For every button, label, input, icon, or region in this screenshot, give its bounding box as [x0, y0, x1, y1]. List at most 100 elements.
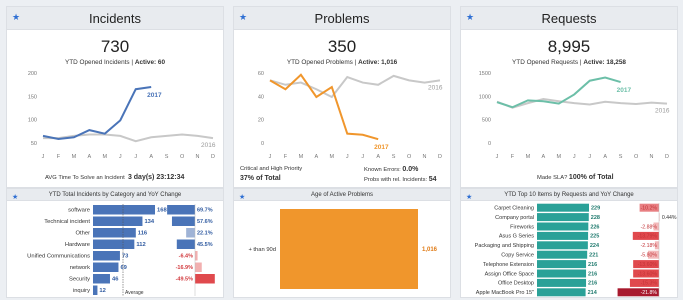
age-active-chart: + than 90d 1,016	[248, 209, 438, 289]
sla-value: 100% of Total	[568, 174, 614, 181]
incidents-month-label: J	[42, 154, 45, 160]
problems-y-tick: 40	[258, 94, 264, 100]
incidents-month-label: J	[119, 154, 122, 160]
item-bar	[537, 203, 589, 212]
category-label: Security	[69, 277, 90, 283]
category-bar	[93, 274, 110, 284]
item-value: 214	[588, 290, 598, 296]
requests-legend-2016: 2016	[655, 108, 670, 115]
average-label: Average	[125, 290, 144, 296]
item-value: 216	[588, 271, 597, 277]
category-bar	[93, 285, 98, 295]
category-yoy-label: 22.1%	[197, 231, 213, 237]
age-active-header: ★ Age of Active Problems	[234, 189, 450, 201]
item-bar	[537, 250, 588, 259]
item-label: Carpet Cleaning	[494, 206, 534, 212]
problems-y-tick: 0	[261, 141, 264, 147]
star-icon[interactable]: ★	[466, 13, 474, 23]
sla-label: Made SLA? 100% of Total	[537, 174, 614, 181]
incidents-trend-chart: 200 150 100 50 J F M A M J J A S O N D 2016 2017	[28, 71, 216, 160]
requests-month-label: A	[542, 154, 546, 160]
problems-month-label: M	[330, 154, 335, 160]
item-yoy-label: -2.18%	[641, 243, 658, 249]
requests-trend-chart: 1500 1000 500 0 J F M A M J J A S O N D 2016 2017	[479, 71, 670, 160]
problems-legend-2017: 2017	[374, 144, 389, 151]
problems-month-label: A	[315, 154, 319, 160]
crit-high-label: Critical and High Priority	[240, 166, 303, 172]
crit-high-value: 37% of Total	[240, 175, 281, 182]
category-yoy-label: 69.7%	[197, 208, 213, 214]
age-category-label: + than 90d	[248, 247, 276, 253]
incidents-legend-2016: 2016	[201, 142, 216, 149]
requests-month-label: D	[665, 154, 669, 160]
incident-categories-chart: software 168 69.7% Technical incident 134 57.…	[27, 204, 215, 296]
known-errors-value: 0.0%	[402, 166, 419, 173]
incidents-total: 730	[100, 37, 130, 56]
requests-y-tick: 0	[488, 141, 491, 147]
incidents-header: ★ Incidents	[7, 7, 223, 30]
requests-month-label: J	[573, 154, 576, 160]
problems-month-label: M	[299, 154, 304, 160]
problems-month-label: A	[376, 154, 380, 160]
requests-y-tick: 1000	[479, 94, 491, 100]
category-label: inquiry	[73, 288, 90, 294]
category-yoy-bar	[186, 228, 195, 238]
category-bar	[93, 262, 119, 272]
category-value: 12	[99, 288, 105, 294]
category-value: 112	[136, 242, 145, 248]
incident-categories-header: ★ YTD Total Incidents by Category and Yo…	[7, 189, 223, 201]
known-errors-label: Known Errors:	[364, 167, 401, 173]
problems-header: ★ Problems	[234, 7, 450, 30]
top-items-chart: Carpet Cleaning 229 -10.2% Company portal 22…	[475, 203, 677, 297]
requests-y-tick: 1500	[479, 71, 491, 77]
problems-panel: ★ Problems 350 YTD Opened Problems | Act…	[233, 6, 451, 188]
item-yoy-label: 0.44%	[662, 215, 677, 221]
incidents-month-label: N	[196, 154, 200, 160]
category-bar	[93, 228, 136, 238]
avg-solve-value: 3 day(s) 23:12:34	[127, 174, 185, 181]
incidents-panel: ★ Incidents 730 YTD Opened Incidents | A…	[6, 6, 224, 188]
item-value: 228	[591, 215, 600, 221]
sla-text: Made SLA?	[537, 175, 568, 181]
item-bar	[537, 260, 587, 269]
category-yoy-label: -49.5%	[176, 277, 194, 283]
item-label: Company portal	[495, 215, 534, 221]
avg-solve-label: AVG Time To Solve an Incident 3 day(s) 2…	[45, 174, 184, 181]
incidents-month-label: F	[57, 154, 61, 160]
top-items-panel: ★ YTD Top 10 Items by Requests and YoY C…	[460, 188, 678, 298]
item-value: 221	[589, 253, 598, 259]
age-bar	[280, 209, 418, 289]
item-label: Telephone Extension	[483, 262, 534, 268]
top-items-title: YTD Top 10 Items by Requests and YoY Cha…	[504, 192, 634, 198]
category-label: software	[68, 208, 90, 214]
requests-month-label: M	[526, 154, 531, 160]
incidents-month-label: S	[165, 154, 169, 160]
probs-incidents-label: Probs with rel. Incidents:	[364, 177, 428, 183]
requests-header: ★ Requests	[461, 7, 677, 30]
item-yoy-label: -13.60%	[638, 262, 658, 268]
incidents-month-label: M	[103, 154, 108, 160]
probs-incidents-value: 54	[428, 176, 437, 183]
item-yoy-label: -13.60%	[638, 271, 658, 277]
item-bar	[537, 222, 589, 231]
incidents-month-label: M	[72, 154, 77, 160]
requests-legend-2017: 2017	[617, 87, 632, 94]
incidents-y-tick: 200	[28, 71, 37, 77]
star-icon[interactable]: ★	[239, 13, 247, 23]
item-label: Office Desktop	[498, 281, 534, 287]
known-errors: Known Errors: 0.0%	[364, 166, 418, 173]
incident-categories-panel: ★ YTD Total Incidents by Category and Yo…	[6, 188, 224, 298]
star-icon[interactable]: ★	[12, 13, 20, 23]
problems-month-label: D	[438, 154, 442, 160]
item-yoy-label: -15.3%	[641, 281, 658, 287]
requests-month-label: M	[557, 154, 562, 160]
item-value: 225	[590, 234, 599, 240]
item-value: 216	[588, 281, 597, 287]
probs-incidents: Probs with rel. Incidents: 54	[364, 176, 437, 183]
age-active-panel: ★ Age of Active Problems + than 90d 1,016	[233, 188, 451, 298]
incidents-legend-2017: 2017	[147, 92, 162, 99]
problems-title: Problems	[314, 11, 370, 26]
category-label: Hardware	[65, 242, 90, 248]
requests-panel: ★ Requests 8,995 YTD Opened Requests | A…	[460, 6, 678, 188]
incidents-month-label: O	[180, 154, 185, 160]
